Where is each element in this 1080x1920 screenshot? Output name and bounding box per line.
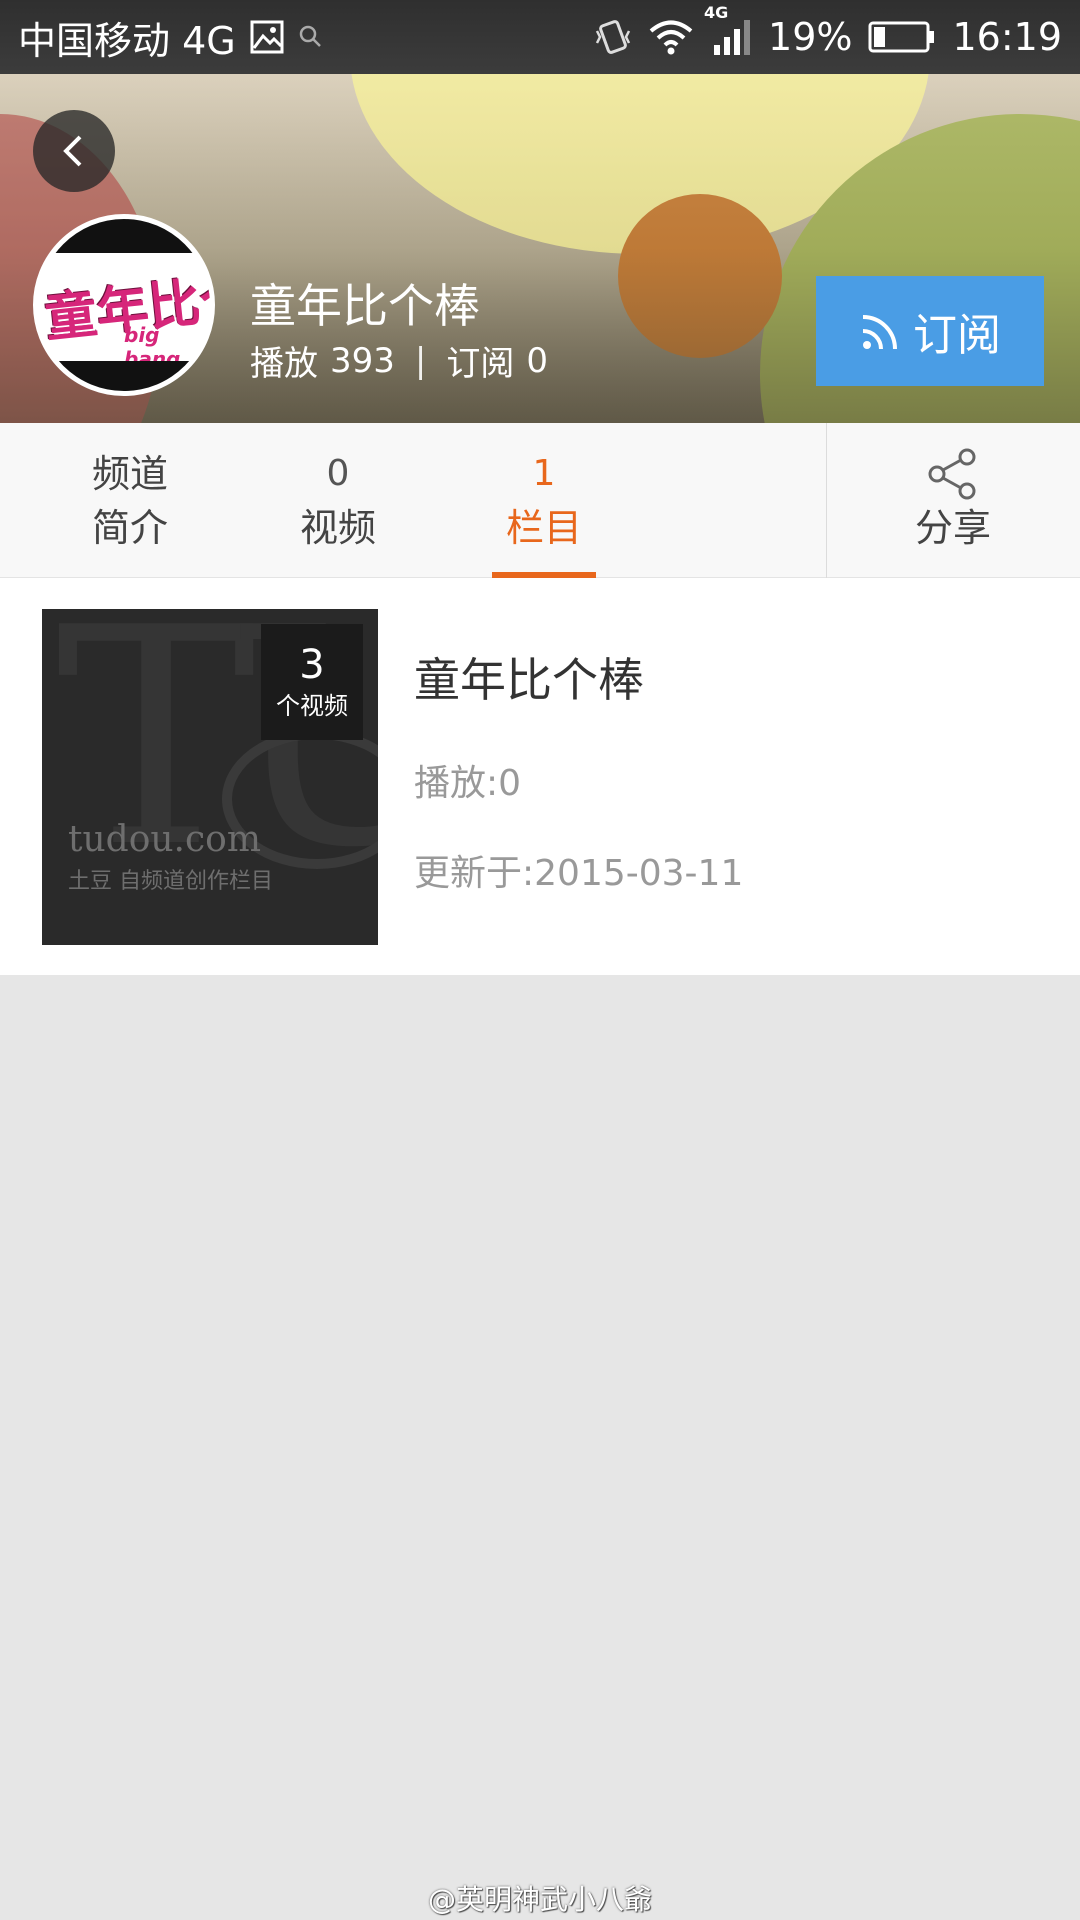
tab-intro-line1: 频道 [91, 451, 168, 496]
column-title[interactable]: 童年比个棒 [414, 644, 644, 710]
column-list: TU tudou.com 土豆 自频道创作栏目 3 个视频 童年比个棒 播放:0… [0, 578, 1080, 975]
video-count: 3 [299, 642, 325, 688]
vibrate-icon [594, 17, 632, 57]
wifi-icon [648, 18, 694, 56]
plays-count: 393 [330, 340, 395, 381]
channel-title: 童年比个棒 [250, 279, 480, 333]
tab-columns-count: 1 [532, 452, 556, 494]
column-thumbnail[interactable]: TU tudou.com 土豆 自频道创作栏目 3 个视频 [42, 609, 378, 945]
battery-percent: 19% [768, 15, 853, 59]
thumbnail-brand: tudou.com [68, 819, 261, 860]
tab-videos-label: 视频 [299, 505, 376, 550]
avatar-stripe [38, 361, 210, 391]
battery-icon [868, 20, 936, 54]
video-count-unit: 个视频 [276, 692, 348, 720]
clock: 16:19 [952, 15, 1062, 59]
rss-icon [862, 315, 897, 350]
subscribers-count: 0 [526, 340, 549, 381]
tab-intro-line2: 简介 [91, 505, 168, 550]
channel-header: 童年比个棒 big bang 童年比个棒 播放 393 | 订阅 0 订阅 [0, 74, 1080, 423]
tab-intro[interactable]: 频道 简介 [40, 423, 220, 578]
chevron-left-icon [63, 135, 82, 167]
channel-stats: 播放 393 | 订阅 0 [250, 336, 548, 385]
stats-separator: | [414, 340, 427, 381]
channel-avatar: 童年比个棒 big bang [33, 214, 215, 396]
tab-columns[interactable]: 1 栏目 [454, 423, 634, 578]
tab-videos[interactable]: 0 视频 [248, 423, 428, 578]
subscribe-button[interactable]: 订阅 [816, 276, 1044, 386]
column-plays: 播放:0 [414, 763, 522, 804]
watermark: @英明神武小八爺 [427, 1883, 652, 1916]
signal-icon: 4G [704, 3, 752, 57]
list-item[interactable]: TU tudou.com 土豆 自频道创作栏目 3 个视频 童年比个棒 播放:0… [0, 578, 1080, 975]
search-icon [298, 24, 324, 50]
avatar-stripe [38, 219, 210, 253]
channel-tabs: 频道 简介 0 视频 1 栏目 分享 [0, 423, 1080, 578]
plays-label: 播放 [250, 344, 318, 384]
share-icon [928, 448, 976, 499]
share-button[interactable]: 分享 [826, 423, 1080, 578]
gallery-icon [250, 20, 284, 54]
tab-videos-count: 0 [326, 452, 350, 494]
subscribers-label: 订阅 [446, 344, 515, 384]
tab-columns-label: 栏目 [505, 505, 582, 550]
share-label: 分享 [914, 505, 991, 550]
status-bar: 中国移动 4G 4G 19% 16:19 [0, 0, 1080, 74]
network-badge: 4G [704, 3, 729, 22]
video-count-badge: 3 个视频 [261, 624, 363, 740]
thumbnail-caption: 土豆 自频道创作栏目 [68, 869, 273, 894]
back-button[interactable] [33, 110, 155, 192]
subscribe-label: 订阅 [913, 310, 1001, 361]
carrier-label: 中国移动 4G [18, 18, 236, 63]
column-updated-date: 更新于:2015-03-11 [414, 853, 744, 894]
